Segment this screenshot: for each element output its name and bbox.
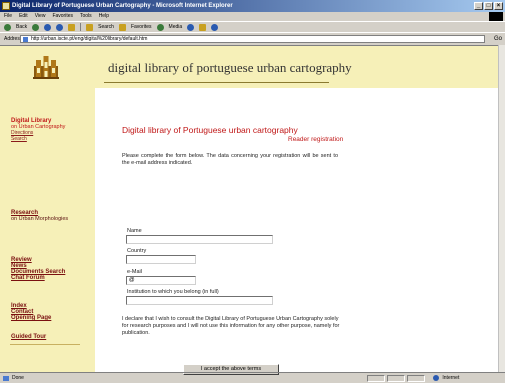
sidebar-digital-library: Digital Library on Urban Cartography Dir… bbox=[11, 118, 65, 142]
refresh-icon[interactable] bbox=[56, 23, 64, 31]
status-text: Done bbox=[12, 375, 24, 381]
window-title-bar: Digital Library of Portuguese Urban Cart… bbox=[0, 0, 505, 12]
address-url: http://urban.iscte.pt/eng/digital%20libr… bbox=[31, 36, 148, 42]
email-field[interactable]: @ bbox=[126, 276, 196, 285]
status-pane bbox=[407, 375, 425, 382]
menu-help[interactable]: Help bbox=[99, 12, 109, 21]
header-divider bbox=[104, 82, 329, 83]
forward-arrow-icon[interactable] bbox=[32, 23, 40, 31]
internet-zone-icon bbox=[433, 374, 439, 381]
sidebar-links-2: Index Contact Opening Page bbox=[11, 303, 51, 321]
toolbar-divider bbox=[80, 23, 82, 31]
sidebar-guided-tour: Guided Tour bbox=[11, 334, 46, 340]
media-button[interactable]: Media bbox=[169, 22, 183, 33]
intro-text: Please complete the form below. The data… bbox=[122, 153, 338, 166]
address-bar: Address http://urban.iscte.pt/eng/digita… bbox=[0, 32, 505, 44]
sidebar-divider bbox=[10, 344, 80, 345]
favorites-button[interactable]: Favorites bbox=[131, 22, 152, 33]
sidebar: Digital Library on Urban Cartography Dir… bbox=[0, 88, 95, 373]
status-pane bbox=[387, 375, 405, 382]
declaration-text: I declare that I wish to consult the Dig… bbox=[122, 316, 340, 336]
browser-viewport: digital library of portuguese urban cart… bbox=[0, 45, 505, 375]
menu-edit[interactable]: Edit bbox=[19, 12, 28, 21]
search-button[interactable]: Search bbox=[98, 22, 114, 33]
go-button[interactable]: Go bbox=[494, 35, 502, 43]
address-input[interactable]: http://urban.iscte.pt/eng/digital%20libr… bbox=[20, 35, 485, 43]
name-label: Name bbox=[127, 228, 142, 234]
library-logo[interactable] bbox=[32, 54, 60, 80]
main-content: Digital library of Portuguese urban cart… bbox=[95, 88, 498, 375]
sidebar-link-search[interactable]: Search bbox=[11, 136, 65, 142]
logo-cell bbox=[0, 46, 95, 88]
sidebar-link-opening-page[interactable]: Opening Page bbox=[11, 315, 51, 321]
vertical-scrollbar[interactable] bbox=[498, 45, 505, 372]
page-icon bbox=[23, 37, 28, 42]
close-button[interactable]: × bbox=[494, 2, 503, 10]
menu-tools[interactable]: Tools bbox=[80, 12, 92, 21]
sidebar-research: Research on Urban Morphologies bbox=[11, 210, 68, 222]
status-zone: Internet bbox=[433, 373, 493, 383]
stop-icon[interactable] bbox=[44, 23, 52, 31]
status-pane bbox=[367, 375, 385, 382]
favorites-icon bbox=[118, 23, 126, 31]
status-bar: Done Internet bbox=[0, 372, 505, 383]
status-page-icon bbox=[3, 376, 9, 381]
main-title: Digital library of Portuguese urban cart… bbox=[122, 125, 298, 135]
maximize-button[interactable]: □ bbox=[484, 2, 493, 10]
page-title: digital library of portuguese urban cart… bbox=[108, 60, 352, 75]
back-button[interactable]: Back bbox=[16, 22, 27, 33]
sidebar-links: Review News Documents Search Chat Forum bbox=[11, 257, 65, 281]
search-icon bbox=[86, 23, 94, 31]
sidebar-link-guided-tour[interactable]: Guided Tour bbox=[11, 334, 46, 340]
home-icon[interactable] bbox=[68, 23, 76, 31]
minimize-button[interactable]: _ bbox=[474, 2, 483, 10]
name-field[interactable] bbox=[126, 235, 273, 244]
status-zone-label: Internet bbox=[442, 375, 460, 381]
page-header: digital library of portuguese urban cart… bbox=[0, 46, 498, 88]
sidebar-link-chat-forum[interactable]: Chat Forum bbox=[11, 275, 65, 281]
country-field[interactable] bbox=[126, 255, 196, 264]
window-title: Digital Library of Portuguese Urban Cart… bbox=[12, 3, 233, 9]
institution-field[interactable] bbox=[126, 296, 273, 305]
menu-view[interactable]: View bbox=[35, 12, 46, 21]
email-label: e-Mail bbox=[127, 269, 142, 275]
institution-label: Institution to which you belong (in full… bbox=[127, 289, 219, 295]
ie-icon bbox=[2, 2, 10, 10]
sidebar-research-subtitle: on Urban Morphologies bbox=[11, 216, 69, 222]
toolbar: Back Search Favorites Media bbox=[0, 21, 505, 32]
mail-icon[interactable] bbox=[199, 23, 207, 31]
menu-favorites[interactable]: Favorites bbox=[52, 12, 73, 21]
menu-bar: File Edit View Favorites Tools Help bbox=[0, 12, 505, 22]
main-subtitle: Reader registration bbox=[288, 136, 344, 143]
country-label: Country bbox=[127, 248, 147, 254]
history-icon[interactable] bbox=[187, 23, 195, 31]
back-arrow-icon[interactable] bbox=[4, 23, 11, 31]
media-icon bbox=[156, 23, 164, 31]
print-icon[interactable] bbox=[211, 23, 219, 31]
menu-file[interactable]: File bbox=[4, 12, 12, 21]
